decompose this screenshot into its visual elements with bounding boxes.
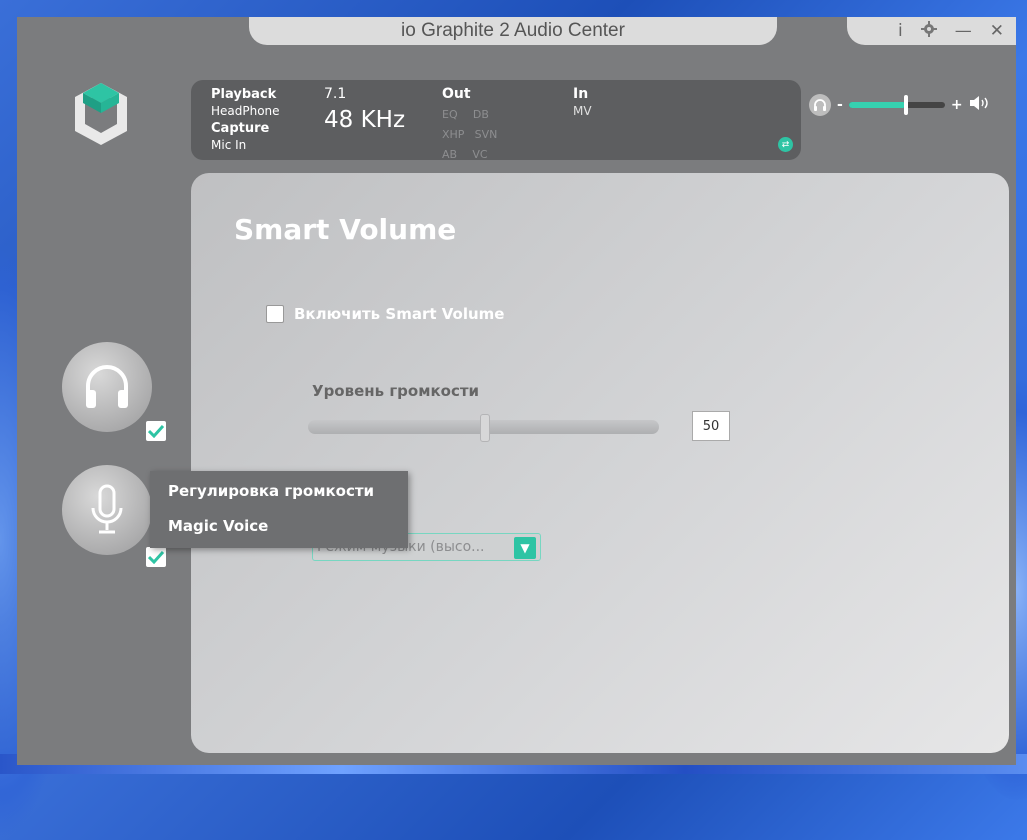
speaker-icon[interactable] xyxy=(969,95,991,115)
headphone-icon xyxy=(86,365,128,408)
volume-minus[interactable]: - xyxy=(837,97,843,113)
chevron-down-icon[interactable]: ▼ xyxy=(514,537,536,559)
nav-headphone-button[interactable] xyxy=(62,342,152,432)
out-effect: AB xyxy=(442,148,458,161)
window-controls: i — ✕ xyxy=(847,17,1016,45)
smart-volume-panel: Smart Volume Включить Smart Volume Урове… xyxy=(191,173,1009,753)
volume-level-value[interactable]: 50 xyxy=(692,411,730,441)
master-volume-slider[interactable] xyxy=(848,95,945,115)
info-button[interactable]: i xyxy=(898,21,903,41)
in-label: In xyxy=(573,86,589,102)
out-effect: VC xyxy=(472,148,488,161)
headphone-icon[interactable] xyxy=(809,94,831,116)
out-effect: XHP xyxy=(442,128,465,141)
sample-rate-value: 48 KHz xyxy=(324,107,406,133)
master-volume: - + xyxy=(809,93,991,117)
minimize-button[interactable]: — xyxy=(955,21,972,41)
volume-plus[interactable]: + xyxy=(951,97,963,113)
volume-level-label: Уровень громкости xyxy=(312,382,480,400)
in-effect: MV xyxy=(573,104,592,118)
app-logo-icon xyxy=(69,79,133,151)
app-window: io Graphite 2 Audio Center i — ✕ Playbac… xyxy=(17,17,1016,765)
page-title: Smart Volume xyxy=(234,213,457,246)
close-button[interactable]: ✕ xyxy=(990,21,1004,41)
device-info-panel: Playback HeadPhone Capture Mic In 7.1 48… xyxy=(191,80,801,161)
enable-smart-volume-label: Включить Smart Volume xyxy=(294,305,505,323)
window-title: io Graphite 2 Audio Center xyxy=(401,20,625,41)
capture-device: Mic In xyxy=(211,138,247,152)
window-title-bar[interactable]: io Graphite 2 Audio Center xyxy=(249,17,777,45)
context-menu: Регулировка громкости Magic Voice xyxy=(150,471,408,548)
out-label: Out xyxy=(442,86,471,102)
nav-microphone-check-icon[interactable] xyxy=(146,547,166,567)
channels-value: 7.1 xyxy=(324,86,347,102)
master-volume-fill xyxy=(848,102,907,108)
microphone-icon xyxy=(91,484,123,534)
enable-smart-volume-checkbox[interactable] xyxy=(266,305,284,323)
out-effect: EQ xyxy=(442,108,458,121)
gear-icon[interactable] xyxy=(920,20,937,42)
playback-device: HeadPhone xyxy=(211,104,280,118)
menu-item-magic-voice[interactable]: Magic Voice xyxy=(168,517,268,535)
capture-label: Capture xyxy=(211,121,270,136)
out-effect: SVN xyxy=(474,128,498,141)
enable-smart-volume[interactable]: Включить Smart Volume xyxy=(266,305,504,323)
swap-icon[interactable]: ⇄ xyxy=(778,137,793,152)
nav-headphone-check-icon[interactable] xyxy=(146,421,166,441)
playback-label: Playback xyxy=(211,87,277,102)
nav-microphone-button[interactable] xyxy=(62,465,152,555)
volume-level-slider[interactable] xyxy=(308,414,659,442)
menu-item-volume-control[interactable]: Регулировка громкости xyxy=(168,482,374,500)
out-effect: DB xyxy=(472,108,489,121)
master-volume-thumb[interactable] xyxy=(904,95,909,115)
volume-level-thumb[interactable] xyxy=(479,414,490,442)
